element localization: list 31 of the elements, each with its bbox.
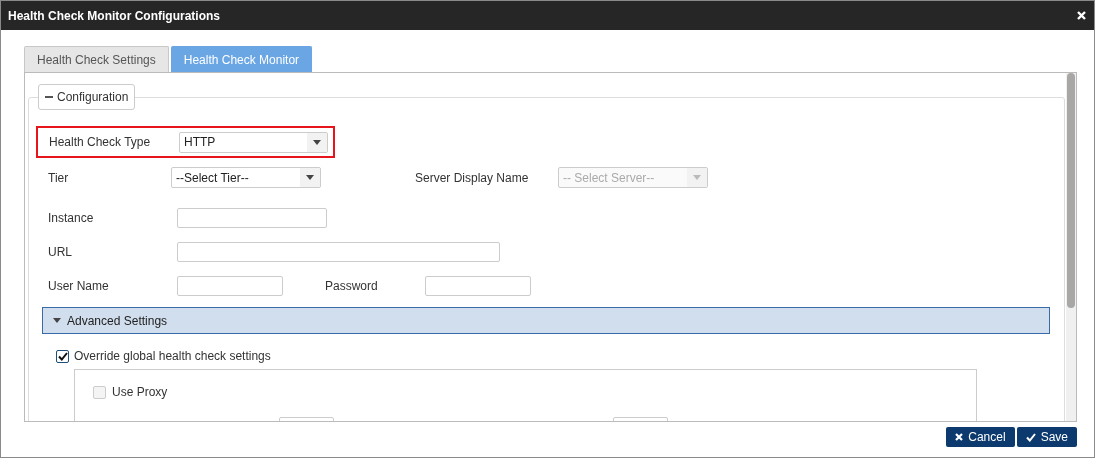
field-label: Instance xyxy=(48,210,95,227)
field-label: Server Display Name xyxy=(415,169,530,187)
dropdown[interactable]: HTTP xyxy=(179,131,328,153)
cancel-button[interactable]: Cancel xyxy=(946,427,1015,447)
close-icon xyxy=(955,433,964,441)
field-label: Health Check Type xyxy=(49,134,152,151)
field-label: URL xyxy=(48,244,73,261)
input-field[interactable] xyxy=(177,208,327,228)
checkbox[interactable] xyxy=(56,349,69,363)
tab[interactable]: Health Check Settings xyxy=(24,46,169,72)
input-field[interactable] xyxy=(425,276,531,296)
caret-icon xyxy=(306,175,314,180)
save-button[interactable]: Save xyxy=(1016,427,1077,447)
advanced-settings-header[interactable]: Advanced Settings xyxy=(42,307,1050,334)
window-title: Health Check Monitor Configurations xyxy=(8,7,220,25)
caret-icon xyxy=(693,175,701,180)
section-legend[interactable]: Configuration xyxy=(38,84,136,110)
field-label: Tier xyxy=(48,169,70,187)
close-icon[interactable] xyxy=(1077,11,1086,20)
legend-label: Configuration xyxy=(57,89,129,106)
scrollbar[interactable] xyxy=(1066,73,1076,421)
field-label: Password xyxy=(325,278,379,295)
field-label: User Name xyxy=(48,278,110,295)
dropdown[interactable]: --Select Tier-- xyxy=(171,167,321,188)
input-field[interactable] xyxy=(177,242,500,262)
check-icon xyxy=(1025,432,1036,442)
checkbox-label: Use Proxy xyxy=(112,384,168,401)
caret-icon xyxy=(313,139,321,145)
caret-icon xyxy=(53,318,61,323)
input-field[interactable] xyxy=(177,276,283,296)
checkbox-label: Override global health check settings xyxy=(74,348,271,365)
